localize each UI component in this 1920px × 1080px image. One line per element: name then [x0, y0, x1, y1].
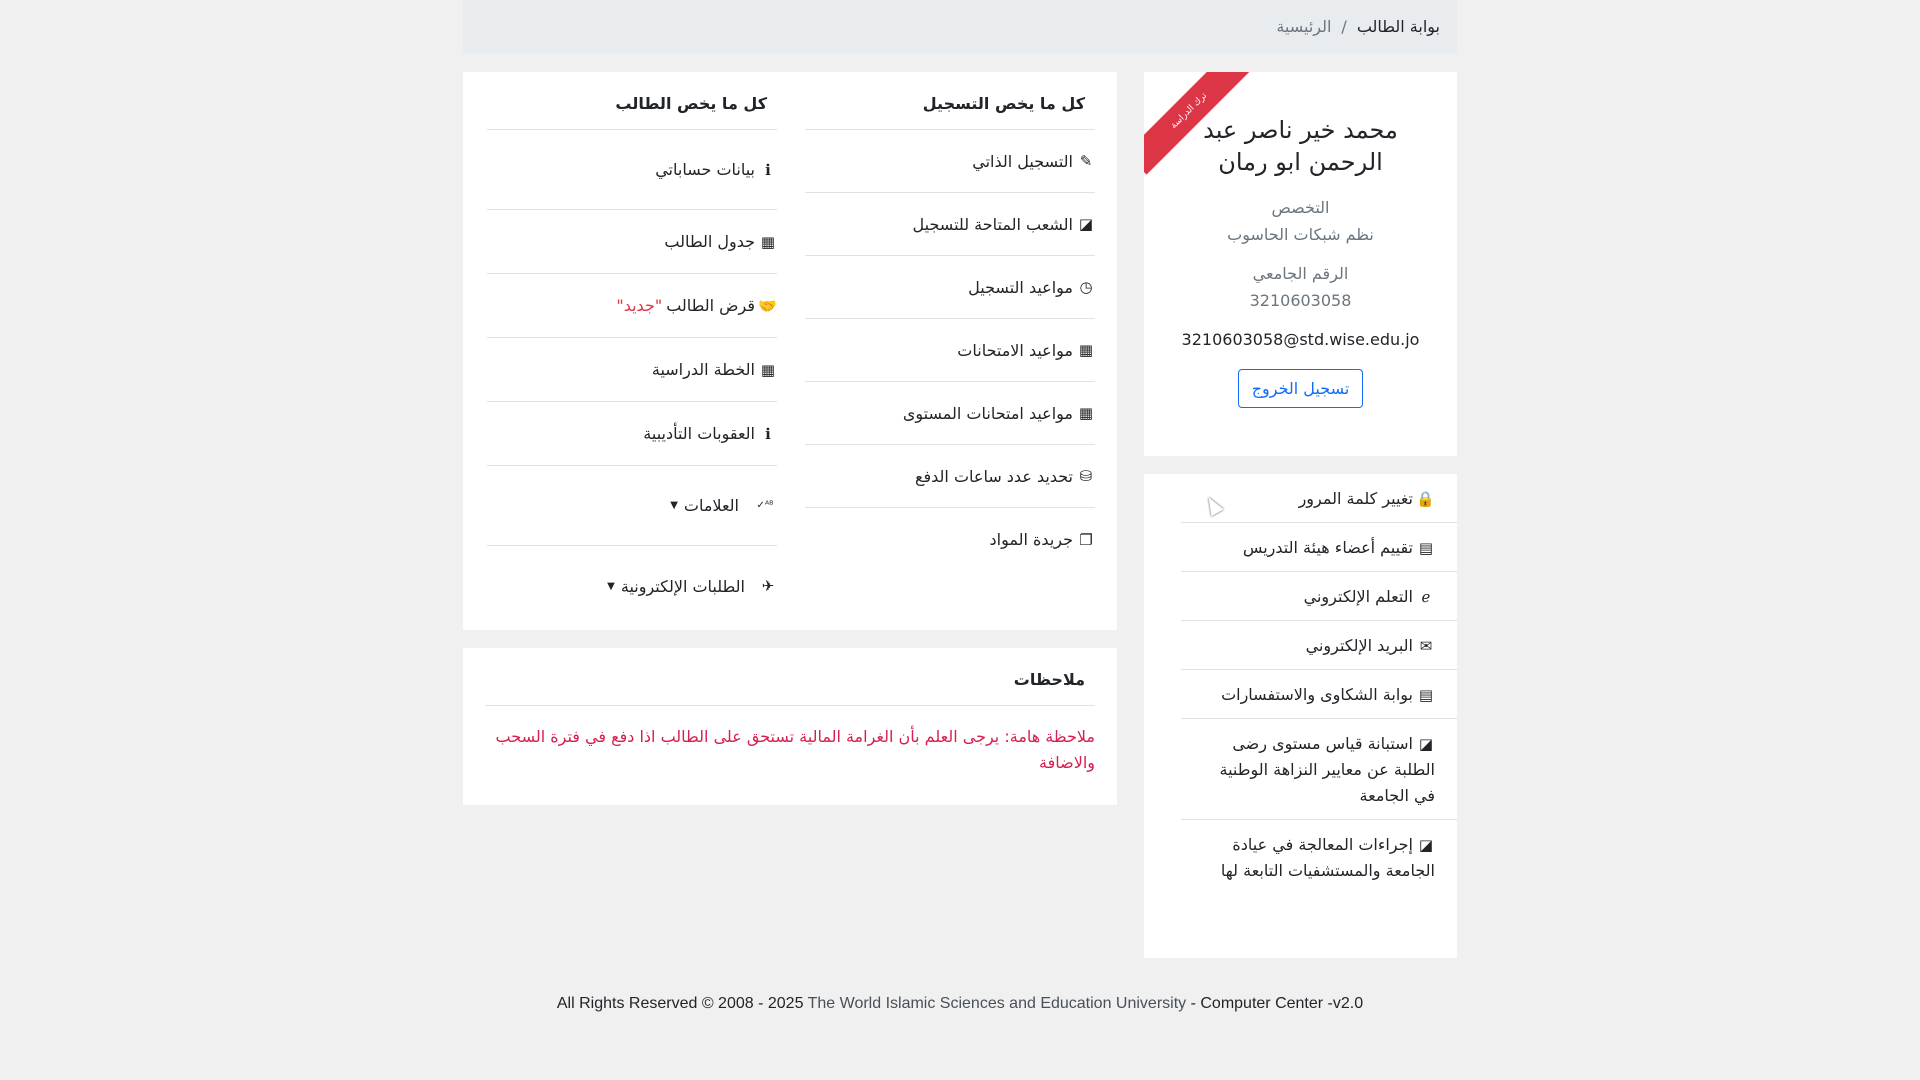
menu-item-label: الخطة الدراسية [651, 360, 755, 379]
calendar-icon: ▦ [1078, 404, 1094, 422]
registration-column: كل ما يخص التسجيل ✎ التسجيل الذاتي ◪ الشعب… [805, 72, 1095, 571]
specialization-label: التخصص [1271, 198, 1330, 217]
profile-card: ترك الدراسة محمد خير ناصر عبد الرحمن ابو… [1144, 72, 1457, 456]
menu-item-student-loan[interactable]: 🤝 قرض الطالب "جديد" [487, 274, 777, 338]
menu-item-label: مواعيد امتحانات المستوى [902, 403, 1073, 423]
menu-item-label: الشعب المتاحة للتسجيل [912, 214, 1073, 234]
chevron-down-icon: ▼ [670, 500, 678, 511]
registration-heading: كل ما يخص التسجيل [805, 72, 1095, 130]
menu-item-registration-dates[interactable]: ◷ مواعيد التسجيل [805, 256, 1095, 319]
menu-item-grades-dropdown[interactable]: ᴬᴮ✓ العلامات ▼ [487, 466, 777, 546]
menu-item-study-plan[interactable]: ▦ الخطة الدراسية [487, 338, 777, 402]
side-link-label: استبانة قياس مستوى رضى الطلبة عن معايير … [1219, 734, 1435, 805]
breadcrumb-current: بوابة الطالب [1356, 17, 1440, 36]
menu-item-level-exam-dates[interactable]: ▦ مواعيد امتحانات المستوى [805, 382, 1095, 445]
menu-item-label: العلامات [683, 496, 739, 515]
side-link-change-password[interactable]: 🔒تغيير كلمة المرور [1181, 474, 1457, 523]
menu-item-electronic-requests-dropdown[interactable]: ✈ الطلبات الإلكترونية ▼ [487, 546, 777, 626]
side-link-complaints[interactable]: ▤ بوابة الشكاوى والاستفسارات [1181, 670, 1457, 719]
chevron-down-icon: ▼ [607, 580, 615, 592]
side-links-card: 🔒تغيير كلمة المرور ▤ تقييم أعضاء هيئة الت… [1144, 474, 1457, 958]
menu-item-account-data[interactable]: ℹ بيانات حساباتي [487, 130, 777, 210]
menu-item-student-schedule[interactable]: ▦ جدول الطالب [487, 210, 777, 274]
menu-item-label: بيانات حساباتي [655, 160, 755, 179]
side-link-label: التعلم الإلكتروني [1303, 587, 1413, 606]
table-icon: ▦ [760, 232, 776, 251]
side-link-integrity-survey[interactable]: ◪استبانة قياس مستوى رضى الطلبة عن معايير… [1181, 719, 1457, 820]
info-icon: ℹ [765, 160, 771, 179]
info-icon: ℹ [765, 424, 771, 443]
menu-item-label: التسجيل الذاتي [972, 151, 1073, 171]
menu-item-label: العقوبات التأديبية [643, 424, 755, 443]
student-id-value: 3210603058 [1249, 291, 1352, 310]
breadcrumb-home-link[interactable]: الرئيسية [1276, 17, 1331, 36]
sticky-note-icon: ◪ [1418, 735, 1434, 753]
footer-university-link[interactable]: The World Islamic Sciences and Education… [808, 995, 1187, 1012]
breadcrumb-separator: / [1341, 17, 1347, 36]
menu-item-payment-hours[interactable]: ⛁ تحديد عدد ساعات الدفع [805, 445, 1095, 508]
clock-icon: ◷ [1079, 278, 1093, 296]
footer-suffix: - Computer Center -v2.0 [1186, 995, 1364, 1012]
side-link-elearning[interactable]: ℯ التعلم الإلكتروني [1181, 572, 1457, 621]
id-card-icon: ▤ [1418, 539, 1434, 557]
notes-heading: ملاحظات [485, 648, 1095, 706]
menu-card: كل ما يخص التسجيل ✎ التسجيل الذاتي ◪ الشعب… [463, 72, 1117, 630]
specialization-value: نظم شبكات الحاسوب [1227, 225, 1374, 244]
paper-plane-icon: ✈ [761, 577, 775, 595]
menu-item-disciplinary[interactable]: ℹ العقوبات التأديبية [487, 402, 777, 466]
side-link-label: البريد الإلكتروني [1305, 636, 1413, 655]
student-heading: كل ما يخص الطالب [487, 72, 777, 130]
footer: All Rights Reserved © 2008 - 2025 The Wo… [0, 995, 1920, 1013]
breadcrumb: بوابة الطالب / الرئيسية [463, 0, 1457, 53]
side-link-label: بوابة الشكاوى والاستفسارات [1221, 685, 1413, 704]
id-card-icon: ▤ [1418, 686, 1434, 704]
menu-item-label: جدول الطالب [664, 232, 755, 251]
side-link-label: إجراءات المعالجة في عيادة الجامعة والمست… [1220, 835, 1435, 880]
side-link-label: تقييم أعضاء هيئة التدريس [1242, 538, 1413, 557]
footer-copyright: All Rights Reserved © 2008 - 2025 [556, 995, 808, 1012]
handshake-icon: 🤝 [758, 296, 777, 315]
side-link-label: تغيير كلمة المرور [1298, 489, 1413, 508]
copy-icon: ❐ [1079, 530, 1093, 549]
calendar-icon: ▦ [1078, 341, 1094, 359]
menu-item-label: مواعيد التسجيل [968, 277, 1073, 297]
spell-check-icon: ᴬᴮ✓ [756, 500, 774, 511]
internet-explorer-icon: ℯ [1421, 588, 1431, 606]
pencil-icon: ✎ [1079, 152, 1093, 170]
solar-panel-icon: ▦ [760, 360, 776, 379]
side-link-email[interactable]: ✉ البريد الإلكتروني [1181, 621, 1457, 670]
menu-item-label: تحديد عدد ساعات الدفع [914, 466, 1073, 486]
envelope-icon: ✉ [1419, 637, 1433, 655]
sticky-note-icon: ◪ [1418, 836, 1434, 854]
logout-button[interactable]: تسجيل الخروج [1237, 369, 1364, 408]
notes-text: ملاحظة هامة: يرجى العلم بأن الغرامة الما… [495, 727, 1095, 772]
side-link-clinic-procedures[interactable]: ◪إجراءات المعالجة في عيادة الجامعة والمس… [1181, 820, 1457, 894]
student-column: كل ما يخص الطالب ℹ بيانات حساباتي ▦ جدول ا… [487, 72, 777, 626]
sticky-note-icon: ◪ [1078, 215, 1094, 233]
side-link-faculty-evaluation[interactable]: ▤ تقييم أعضاء هيئة التدريس [1181, 523, 1457, 572]
student-name: محمد خير ناصر عبد الرحمن ابو رمان [1203, 116, 1398, 176]
menu-item-label: مواعيد الامتحانات [957, 340, 1073, 360]
menu-item-label: قرض الطالب [666, 296, 755, 315]
menu-item-course-list[interactable]: ❐ جريدة المواد [805, 508, 1095, 571]
menu-item-exam-dates[interactable]: ▦ مواعيد الامتحانات [805, 319, 1095, 382]
student-email: 3210603058@std.wise.edu.jo [1181, 330, 1420, 349]
menu-item-available-sections[interactable]: ◪ الشعب المتاحة للتسجيل [805, 193, 1095, 256]
menu-item-label: جريدة المواد [989, 530, 1073, 549]
menu-item-label: الطلبات الإلكترونية [620, 576, 745, 596]
notes-card: ملاحظات ملاحظة هامة: يرجى العلم بأن الغر… [463, 648, 1117, 805]
student-id-label: الرقم الجامعي [1252, 264, 1349, 283]
coins-icon: ⛁ [1079, 467, 1093, 485]
menu-item-self-registration[interactable]: ✎ التسجيل الذاتي [805, 130, 1095, 193]
new-badge: "جديد" [616, 296, 663, 315]
lock-icon: 🔒 [1416, 490, 1435, 508]
